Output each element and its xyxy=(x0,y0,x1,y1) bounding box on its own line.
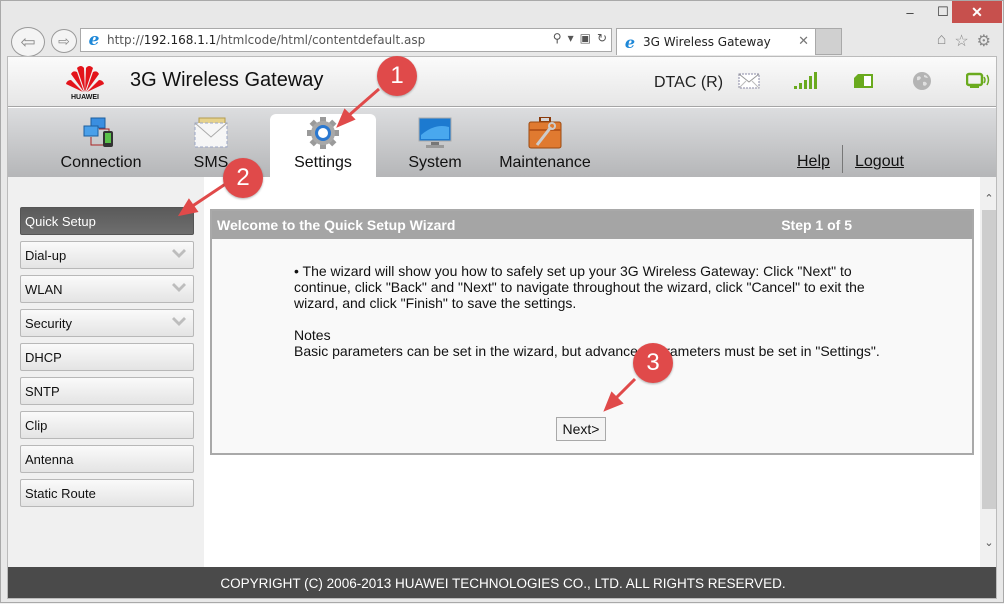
sms-status-icon[interactable] xyxy=(738,71,760,91)
tab-ie-icon: e xyxy=(624,32,636,52)
sidebar-item-dial-up[interactable]: Dial-up xyxy=(20,241,194,269)
settings-icon xyxy=(307,117,339,149)
main-content: Welcome to the Quick Setup Wizard Step 1… xyxy=(204,177,980,567)
sidebar-item-dhcp[interactable]: DHCP xyxy=(20,343,194,371)
address-tools: ⚲ ▾ ▣ ↻ xyxy=(553,31,607,45)
nav-system[interactable]: System xyxy=(390,108,480,177)
back-arrow-icon: ⇦ xyxy=(20,31,36,52)
title-bar: – ☐ ✕ xyxy=(1,1,1003,25)
nav-settings[interactable]: Settings xyxy=(270,114,376,177)
page-viewport: HUAWEI 3G Wireless Gateway DTAC (R) Conn… xyxy=(7,56,997,599)
nav-divider xyxy=(842,145,843,173)
wizard-title: Welcome to the Quick Setup Wizard xyxy=(217,217,456,233)
help-link[interactable]: Help xyxy=(797,153,830,171)
sidebar-item-security[interactable]: Security xyxy=(20,309,194,337)
wizard-step-indicator: Step 1 of 5 xyxy=(781,217,852,233)
browser-toolbar: ⇦ ⇨ e http://192.168.1.1/htmlcode/html/c… xyxy=(1,25,1003,57)
forward-arrow-icon: ⇨ xyxy=(58,32,70,49)
wizard-intro: • The wizard will show you how to safely… xyxy=(294,263,865,311)
sidebar-item-label: Antenna xyxy=(25,451,74,467)
maintenance-icon xyxy=(528,117,562,149)
sidebar-item-antenna[interactable]: Antenna xyxy=(20,445,194,473)
browser-window: – ☐ ✕ ⇦ ⇨ e http://192.168.1.1/htmlcode/… xyxy=(0,0,1004,603)
nav-settings-label: Settings xyxy=(294,154,352,171)
notes-label: Notes xyxy=(294,327,331,343)
wlan-status-icon xyxy=(966,71,992,91)
sidebar-item-label: WLAN xyxy=(25,281,63,297)
sidebar-item-static-route[interactable]: Static Route xyxy=(20,479,194,507)
refresh-icon[interactable]: ↻ xyxy=(597,31,607,45)
brand-title: 3G Wireless Gateway xyxy=(130,69,324,91)
callout-1: 1 xyxy=(377,56,417,96)
notes-text: Basic parameters can be set in the wizar… xyxy=(294,343,880,359)
tab-title: 3G Wireless Gateway xyxy=(643,35,771,49)
copyright-text: COPYRIGHT (C) 2006-2013 HUAWEI TECHNOLOG… xyxy=(220,576,786,591)
footer: COPYRIGHT (C) 2006-2013 HUAWEI TECHNOLOG… xyxy=(8,567,996,598)
nav-maintenance[interactable]: Maintenance xyxy=(490,108,600,177)
sidebar-item-label: Security xyxy=(25,315,72,331)
page-header: HUAWEI 3G Wireless Gateway DTAC (R) xyxy=(8,57,996,107)
settings-gear-icon[interactable]: ⚙ xyxy=(977,31,991,51)
vertical-scrollbar[interactable]: ⌃ ⌄ xyxy=(980,177,996,567)
sidebar-item-label: SNTP xyxy=(25,383,60,399)
chevron-down-icon xyxy=(172,249,186,258)
sidebar-item-label: Dial-up xyxy=(25,247,67,263)
new-tab-button[interactable] xyxy=(816,28,842,55)
search-icon[interactable]: ⚲ xyxy=(553,31,562,45)
nav-maintenance-label: Maintenance xyxy=(499,154,591,171)
sim-card-icon xyxy=(853,71,875,91)
callout-2: 2 xyxy=(223,158,263,198)
system-icon xyxy=(418,117,452,148)
wizard-header: Welcome to the Quick Setup Wizard xyxy=(212,211,972,239)
address-host: 192.168.1.1 xyxy=(143,33,217,47)
internet-globe-icon xyxy=(912,71,932,91)
back-button[interactable]: ⇦ xyxy=(11,27,45,57)
sidebar-item-quick-setup[interactable]: Quick Setup xyxy=(20,207,194,235)
operator-name: DTAC (R) xyxy=(654,74,724,91)
sidebar-item-label: Quick Setup xyxy=(25,213,96,229)
home-icon[interactable]: ⌂ xyxy=(937,31,947,51)
huawei-petals-icon xyxy=(66,66,104,92)
sidebar-item-label: Clip xyxy=(25,417,48,433)
sidebar-item-label: Static Route xyxy=(25,485,96,501)
sidebar: Quick Setup Dial-up WLAN Security DHCP S… xyxy=(8,177,204,567)
sidebar-item-clip[interactable]: Clip xyxy=(20,411,194,439)
nav-connection-label: Connection xyxy=(60,154,142,171)
logout-link[interactable]: Logout xyxy=(855,153,904,171)
scroll-up-icon[interactable]: ⌃ xyxy=(980,189,996,207)
forward-button[interactable]: ⇨ xyxy=(51,29,77,53)
nav-system-label: System xyxy=(408,154,462,171)
compatibility-view-icon[interactable]: ▣ xyxy=(580,31,591,45)
sidebar-item-sntp[interactable]: SNTP xyxy=(20,377,194,405)
browser-tab[interactable]: e 3G Wireless Gateway ✕ xyxy=(616,28,816,55)
signal-strength-icon xyxy=(794,71,818,91)
huawei-logo: HUAWEI xyxy=(63,62,107,102)
address-prefix: http:// xyxy=(107,33,144,47)
search-dropdown-icon[interactable]: ▾ xyxy=(568,31,574,45)
scroll-thumb[interactable] xyxy=(982,210,996,509)
browser-icons: ⌂ ☆ ⚙ xyxy=(937,31,991,51)
sidebar-item-label: DHCP xyxy=(25,349,62,365)
chevron-down-icon xyxy=(172,317,186,326)
address-bar[interactable]: e http://192.168.1.1/htmlcode/html/conte… xyxy=(80,28,612,52)
scroll-down-icon[interactable]: ⌄ xyxy=(980,533,996,551)
wizard-panel: Welcome to the Quick Setup Wizard Step 1… xyxy=(210,209,974,455)
callout-3: 3 xyxy=(633,343,673,383)
address-path: /htmlcode/html/contentdefault.asp xyxy=(216,33,426,47)
main-nav: Connection SMS Settings System Maintenan… xyxy=(8,108,996,177)
nav-connection[interactable]: Connection xyxy=(48,108,154,177)
logo-text: HUAWEI xyxy=(71,94,99,101)
sms-icon xyxy=(194,117,228,148)
close-window-button[interactable]: ✕ xyxy=(952,1,1002,23)
next-button[interactable]: Next> xyxy=(556,417,606,441)
sidebar-item-wlan[interactable]: WLAN xyxy=(20,275,194,303)
favorites-icon[interactable]: ☆ xyxy=(954,31,968,51)
wizard-body: • The wizard will show you how to safely… xyxy=(294,263,894,359)
ie-logo-icon: e xyxy=(88,30,100,50)
connection-icon xyxy=(83,117,113,147)
tab-close-icon[interactable]: ✕ xyxy=(798,34,809,49)
chevron-down-icon xyxy=(172,283,186,292)
